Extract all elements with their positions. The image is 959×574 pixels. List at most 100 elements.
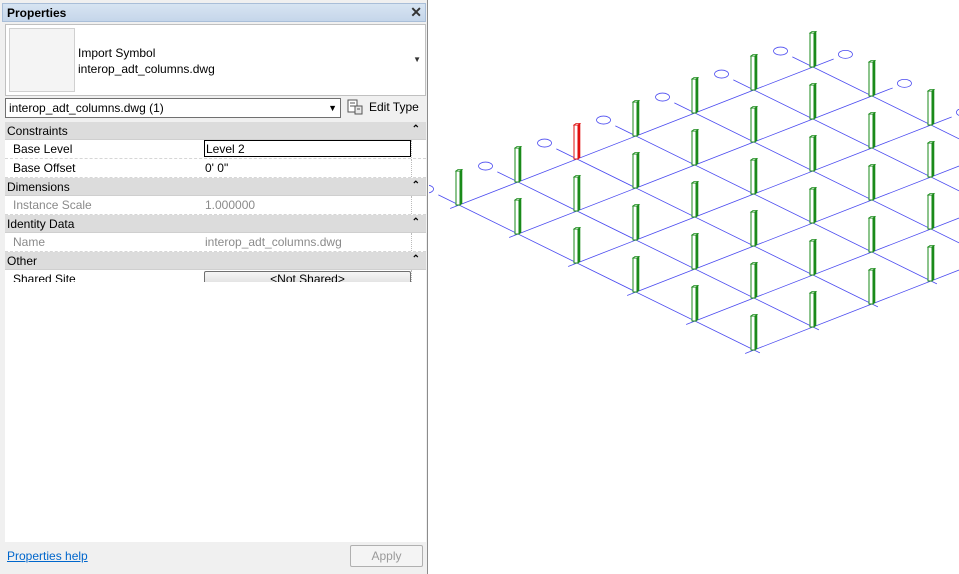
grid-bubble[interactable] xyxy=(714,69,729,79)
column[interactable] xyxy=(926,244,936,282)
column[interactable] xyxy=(631,151,641,189)
grid-line xyxy=(438,194,761,354)
column[interactable] xyxy=(690,232,700,270)
instance-scale-field: 1.000000 xyxy=(204,196,412,214)
grid-bubble[interactable] xyxy=(429,184,434,194)
column[interactable] xyxy=(867,163,877,201)
column[interactable] xyxy=(690,284,700,322)
column-side xyxy=(813,290,817,328)
close-icon[interactable]: ✕ xyxy=(410,4,422,21)
group-dimensions[interactable]: Dimensions ⌃ xyxy=(5,178,426,196)
column[interactable] xyxy=(631,203,641,241)
column[interactable] xyxy=(572,226,582,264)
column-face xyxy=(691,182,697,218)
column[interactable] xyxy=(749,209,759,247)
column[interactable] xyxy=(926,140,936,178)
column[interactable] xyxy=(749,53,759,91)
column[interactable] xyxy=(749,261,759,299)
column[interactable] xyxy=(631,255,641,293)
column[interactable] xyxy=(690,76,700,114)
palette-title: Properties xyxy=(7,6,67,20)
grid-bubble[interactable] xyxy=(537,138,552,148)
instance-filter-dropdown[interactable]: interop_adt_columns.dwg (1) ▼ xyxy=(5,98,341,118)
group-header-label: Identity Data xyxy=(7,217,75,231)
column-side xyxy=(931,88,935,126)
grid-line xyxy=(686,217,959,325)
column[interactable] xyxy=(808,134,818,172)
grid-bubble[interactable] xyxy=(838,49,853,59)
column-side xyxy=(754,261,758,299)
column-face xyxy=(809,292,815,328)
type-dropdown-arrow-icon[interactable]: ▼ xyxy=(413,55,421,64)
properties-help-link[interactable]: Properties help xyxy=(7,549,88,563)
group-other[interactable]: Other ⌃ xyxy=(5,252,426,270)
column-side xyxy=(518,197,522,235)
column-side xyxy=(813,134,817,172)
column-face xyxy=(632,153,638,189)
selected-column[interactable] xyxy=(572,122,582,160)
column[interactable] xyxy=(690,180,700,218)
group-identity-data[interactable]: Identity Data ⌃ xyxy=(5,215,426,233)
column[interactable] xyxy=(867,215,877,253)
column[interactable] xyxy=(513,197,523,235)
property-row-base-level[interactable]: Base Level Level 2 xyxy=(5,140,426,159)
column[interactable] xyxy=(749,157,759,195)
column-side xyxy=(931,140,935,178)
column-face xyxy=(809,84,815,120)
column[interactable] xyxy=(454,168,464,206)
type-family-name: Import Symbol xyxy=(78,46,156,60)
column[interactable] xyxy=(690,128,700,166)
collapse-icon[interactable]: ⌃ xyxy=(412,217,420,228)
property-label: Base Level xyxy=(13,142,73,156)
base-level-field[interactable]: Level 2 xyxy=(204,140,411,157)
grid-bubble[interactable] xyxy=(897,78,912,88)
column[interactable] xyxy=(808,82,818,120)
column[interactable] xyxy=(749,313,759,351)
base-offset-field[interactable]: 0' 0" xyxy=(204,159,412,177)
column-side xyxy=(813,238,817,276)
column[interactable] xyxy=(808,290,818,328)
grid-bubble[interactable] xyxy=(773,46,788,56)
edit-type-button[interactable]: Edit Type xyxy=(347,97,427,119)
column-face xyxy=(573,228,579,264)
group-constraints[interactable]: Constraints ⌃ xyxy=(5,122,426,140)
column[interactable] xyxy=(867,59,877,97)
grid-bubble[interactable] xyxy=(478,161,493,171)
collapse-icon[interactable]: ⌃ xyxy=(412,124,420,135)
column[interactable] xyxy=(631,99,641,137)
base-offset-value: 0' 0" xyxy=(205,161,229,175)
column[interactable] xyxy=(808,186,818,224)
column-side xyxy=(695,284,699,322)
column[interactable] xyxy=(572,174,582,212)
column-side xyxy=(636,151,640,189)
apply-button[interactable]: Apply xyxy=(350,545,423,567)
palette-title-bar[interactable]: Properties ✕ xyxy=(2,3,426,22)
column-face xyxy=(514,199,520,235)
3d-view-canvas[interactable] xyxy=(429,0,959,574)
column[interactable] xyxy=(926,88,936,126)
property-value-cell[interactable]: Level 2 xyxy=(204,140,412,158)
property-row-base-offset[interactable]: Base Offset 0' 0" xyxy=(5,159,426,178)
column[interactable] xyxy=(867,111,877,149)
column[interactable] xyxy=(513,145,523,183)
collapse-icon[interactable]: ⌃ xyxy=(412,180,420,191)
column-face xyxy=(809,136,815,172)
column-face xyxy=(632,205,638,241)
column[interactable] xyxy=(926,192,936,230)
column[interactable] xyxy=(867,267,877,305)
column-face xyxy=(691,286,697,322)
column-face xyxy=(750,263,756,299)
columns xyxy=(454,30,936,351)
grid-bubble[interactable] xyxy=(596,115,611,125)
type-preview-thumbnail xyxy=(9,28,75,92)
grid-bubble[interactable] xyxy=(655,92,670,102)
column-side xyxy=(872,59,876,97)
column[interactable] xyxy=(749,105,759,143)
grid-line xyxy=(733,79,959,192)
column[interactable] xyxy=(808,30,818,68)
collapse-icon[interactable]: ⌃ xyxy=(412,254,420,265)
column[interactable] xyxy=(808,238,818,276)
chevron-down-icon[interactable]: ▼ xyxy=(328,103,337,113)
column-face xyxy=(750,211,756,247)
type-selector[interactable]: Import Symbol interop_adt_columns.dwg ▼ xyxy=(5,24,426,96)
